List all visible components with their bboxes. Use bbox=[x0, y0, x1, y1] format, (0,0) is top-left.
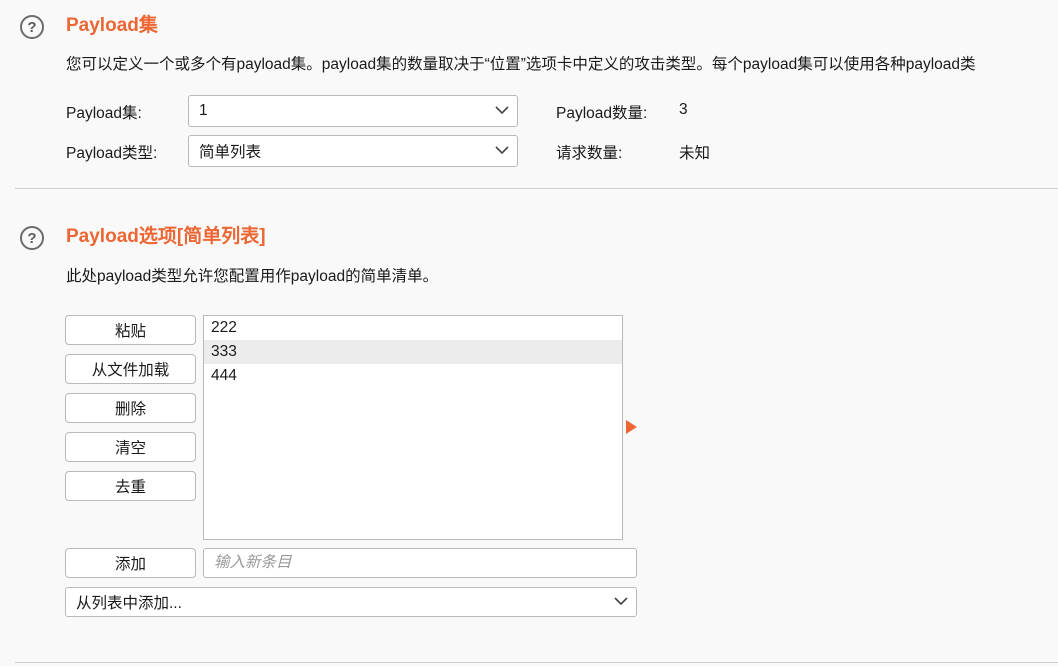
payload-type-value: 简单列表 bbox=[199, 144, 262, 161]
payload-sets-title: Payload集 bbox=[66, 15, 158, 36]
deduplicate-button[interactable]: 去重 bbox=[65, 471, 196, 501]
list-item[interactable]: 222 bbox=[204, 316, 622, 340]
payload-options-title: Payload选项[简单列表] bbox=[66, 226, 266, 247]
section-divider bbox=[15, 188, 1058, 189]
payload-sets-description: 您可以定义一个或多个有payload集。payload集的数量取决于“位置”选项… bbox=[66, 56, 976, 73]
request-count-label: 请求数量: bbox=[556, 145, 623, 162]
payload-set-value: 1 bbox=[199, 102, 208, 119]
payload-type-label: Payload类型: bbox=[66, 145, 158, 162]
chevron-down-icon bbox=[495, 146, 509, 155]
section-divider bbox=[15, 662, 1058, 663]
payload-set-label: Payload集: bbox=[66, 105, 142, 122]
payload-list[interactable]: 222 333 444 bbox=[203, 315, 623, 540]
list-item-selected[interactable]: 333 bbox=[204, 340, 622, 364]
help-icon[interactable]: ? bbox=[20, 226, 44, 250]
add-button[interactable]: 添加 bbox=[65, 548, 196, 578]
help-icon[interactable]: ? bbox=[20, 15, 44, 39]
payload-type-select[interactable]: 简单列表 bbox=[188, 135, 518, 167]
new-item-input[interactable] bbox=[203, 548, 637, 578]
chevron-down-icon bbox=[614, 597, 628, 606]
chevron-down-icon bbox=[495, 106, 509, 115]
load-from-file-button[interactable]: 从文件加载 bbox=[65, 354, 196, 384]
payload-count-value: 3 bbox=[679, 101, 688, 118]
list-item[interactable]: 444 bbox=[204, 364, 622, 388]
payload-options-description: 此处payload类型允许您配置用作payload的简单清单。 bbox=[66, 268, 439, 285]
remove-button[interactable]: 删除 bbox=[65, 393, 196, 423]
payload-count-label: Payload数量: bbox=[556, 105, 648, 122]
clear-button[interactable]: 清空 bbox=[65, 432, 196, 462]
paste-button[interactable]: 粘贴 bbox=[65, 315, 196, 345]
add-from-list-select[interactable]: 从列表中添加... bbox=[65, 587, 637, 617]
request-count-value: 未知 bbox=[679, 145, 711, 162]
expand-arrow-icon[interactable] bbox=[626, 420, 637, 434]
payload-set-select[interactable]: 1 bbox=[188, 95, 518, 127]
add-from-list-value: 从列表中添加... bbox=[76, 595, 182, 612]
